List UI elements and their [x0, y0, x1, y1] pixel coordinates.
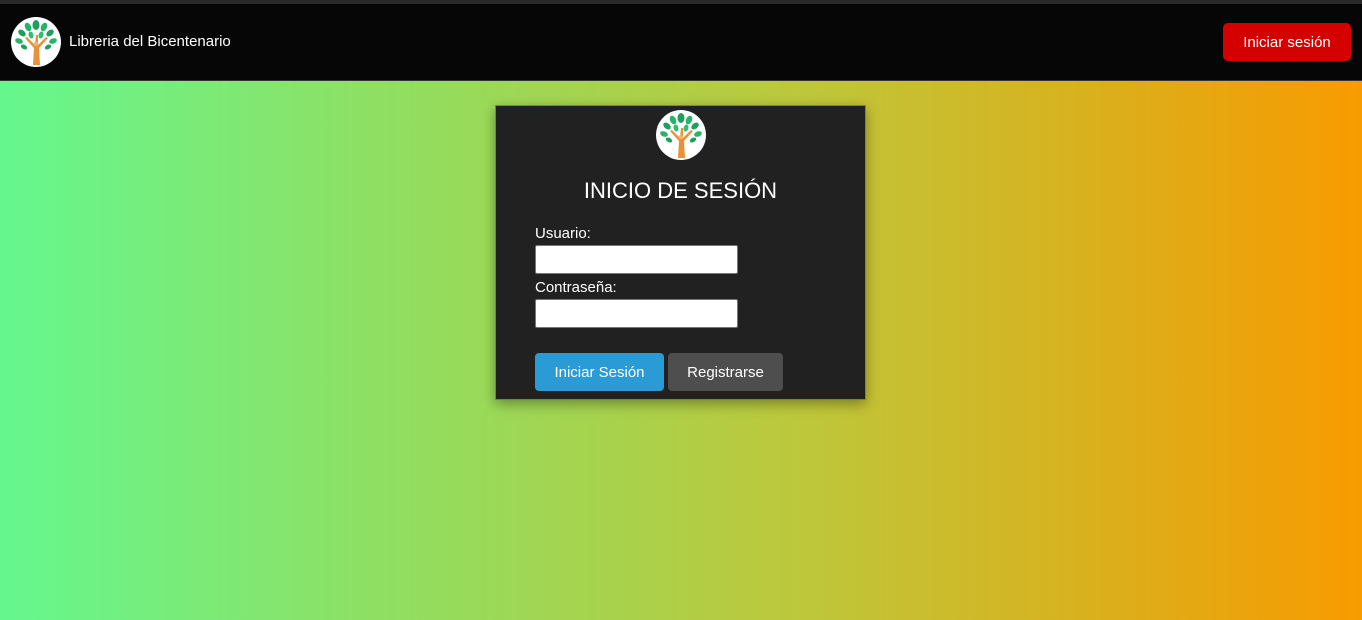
login-card: INICIO DE SESIÓN Usuario: Contraseña: In…	[495, 105, 866, 400]
username-input[interactable]	[535, 245, 738, 274]
login-submit-button[interactable]: Iniciar Sesión	[535, 353, 664, 391]
register-button[interactable]: Registrarse	[668, 353, 783, 391]
tree-logo-icon[interactable]	[11, 17, 61, 67]
username-label: Usuario:	[535, 225, 591, 242]
navbar: Libreria del Bicentenario Iniciar sesión	[0, 4, 1362, 80]
password-label: Contraseña:	[535, 279, 617, 296]
login-title: INICIO DE SESIÓN	[583, 178, 778, 203]
nav-login-button[interactable]: Iniciar sesión	[1223, 23, 1351, 61]
password-input[interactable]	[535, 299, 738, 328]
tree-logo-icon	[656, 110, 706, 160]
brand-name[interactable]: Libreria del Bicentenario	[69, 33, 231, 51]
